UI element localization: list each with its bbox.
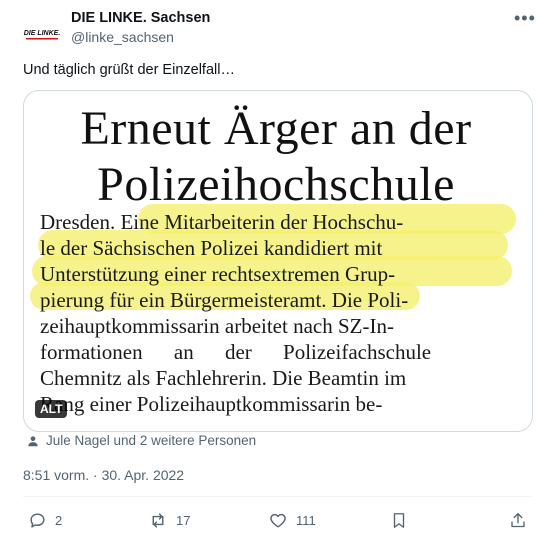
article-line: zeihauptkommissarin arbeitet nach SZ-In- xyxy=(40,314,394,338)
divider xyxy=(23,496,531,497)
tweet-text: Und täglich grüßt der Einzelfall… xyxy=(23,62,235,78)
article-line: Dresden. Eine Mitarbeiterin der Hochschu… xyxy=(40,210,404,234)
headline-line-1: Erneut Ärger an der xyxy=(80,102,472,155)
reply-icon xyxy=(30,513,45,528)
die-linke-logo: DIE LINKE. xyxy=(22,12,62,52)
liked-by-text: Jule Nagel und 2 weitere Personen xyxy=(46,433,257,448)
bookmark-button[interactable] xyxy=(390,511,408,530)
retweet-count: 17 xyxy=(176,513,191,528)
article-line: Chemnitz als Fachlehrerin. Die Beamtin i… xyxy=(40,366,407,390)
article-line: pierung für ein Bürgermeisteramt. Die Po… xyxy=(40,288,409,312)
article-line: Rang einer Polizeihauptkommissarin be- xyxy=(40,392,383,416)
heart-icon xyxy=(270,513,286,528)
tweet-image[interactable]: Erneut Ärger an der Polizeihochschule Dr… xyxy=(23,90,533,432)
person-icon xyxy=(28,435,38,446)
share-button[interactable] xyxy=(509,511,527,530)
like-button[interactable]: 111 xyxy=(268,511,316,530)
more-options-icon[interactable]: ••• xyxy=(514,8,536,29)
reply-count: 2 xyxy=(55,513,63,528)
display-name[interactable]: DIE LINKE. Sachsen xyxy=(71,10,210,26)
bookmark-icon xyxy=(393,513,405,528)
handle[interactable]: @linke_sachsen xyxy=(71,29,174,45)
newspaper-clipping: Erneut Ärger an der Polizeihochschule Dr… xyxy=(30,91,516,431)
timestamp[interactable]: 8:51 vorm. · 30. Apr. 2022 xyxy=(23,467,184,483)
article-line: Unterstützung einer rechtsextremen Grup- xyxy=(40,262,396,286)
reply-button[interactable]: 2 xyxy=(28,511,62,530)
liked-by[interactable]: Jule Nagel und 2 weitere Personen xyxy=(26,433,256,448)
alt-text-badge[interactable]: ALT xyxy=(35,400,68,418)
article-line: formationen an der Polizeifachschule xyxy=(40,340,432,364)
headline: Erneut Ärger an der Polizeihochschule xyxy=(38,101,514,213)
retweet-icon xyxy=(152,513,164,528)
svg-text:DIE LINKE.: DIE LINKE. xyxy=(24,30,61,37)
share-icon xyxy=(511,513,525,528)
avatar[interactable]: DIE LINKE. xyxy=(22,12,62,52)
article-line: le der Sächsischen Polizei kandidiert mi… xyxy=(40,236,383,260)
like-count: 111 xyxy=(296,513,316,528)
retweet-button[interactable]: 17 xyxy=(148,511,190,530)
